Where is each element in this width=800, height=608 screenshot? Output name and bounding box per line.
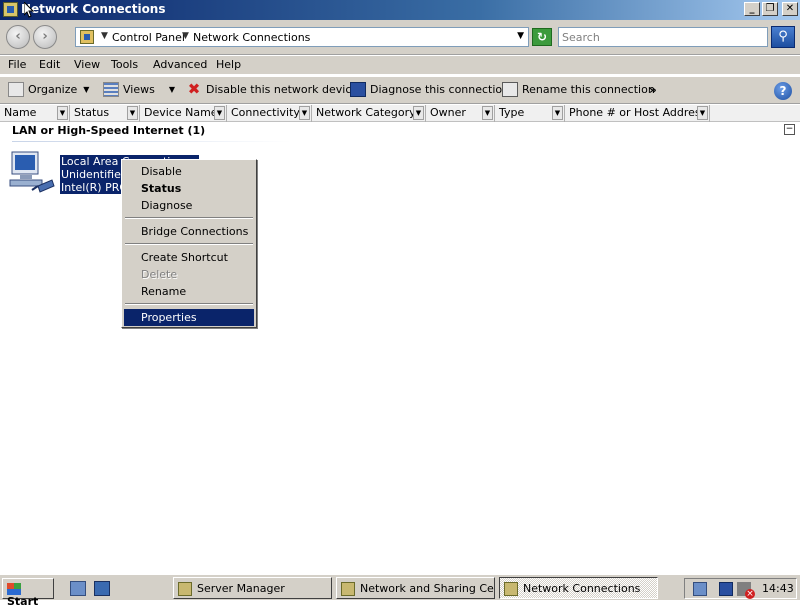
column-owner[interactable]: Owner ▼ [426, 105, 495, 122]
chevron-down-icon: ▼ [83, 85, 90, 94]
column-network-category[interactable]: Network Category ▼ [312, 105, 426, 122]
breadcrumb-network-connections[interactable]: Network Connections [193, 31, 310, 44]
menu-item-diagnose[interactable]: Diagnose [124, 197, 254, 214]
menu-item-rename[interactable]: Rename [124, 283, 254, 300]
disable-icon: ✖ [187, 80, 201, 98]
breadcrumb-control-panel[interactable]: Control Panel [112, 31, 185, 44]
column-name[interactable]: Name ▼ [0, 105, 70, 122]
menu-item-create-shortcut[interactable]: Create Shortcut [124, 249, 254, 266]
column-connectivity[interactable]: Connectivity ▼ [227, 105, 312, 122]
window-controls: _ ❐ ✕ [744, 2, 798, 16]
more-commands-button[interactable]: » [649, 83, 657, 97]
network-sharing-icon [341, 582, 355, 596]
organize-icon [8, 82, 24, 97]
chevron-down-icon[interactable]: ▼ [697, 106, 708, 120]
title-bar[interactable]: Network Connections _ ❐ ✕ [0, 0, 800, 20]
minimize-button[interactable]: _ [744, 2, 760, 16]
group-divider [12, 141, 292, 142]
column-headers: Name ▼ Status ▼ Device Name ▼ Connectivity ▼… [0, 105, 800, 122]
menu-help[interactable]: Help [216, 58, 241, 71]
column-type[interactable]: Type ▼ [495, 105, 565, 122]
maximize-button[interactable]: ❐ [762, 2, 778, 16]
menu-item-properties[interactable]: Properties [124, 309, 254, 326]
menu-edit[interactable]: Edit [39, 58, 60, 71]
menu-bar: File Edit View Tools Advanced Help [0, 56, 800, 74]
menu-tools[interactable]: Tools [111, 58, 138, 71]
collapse-group-icon[interactable]: − [784, 124, 795, 135]
windows-logo-icon [7, 583, 21, 595]
chevron-down-icon[interactable]: ▼ [101, 31, 108, 41]
views-icon [103, 82, 119, 97]
chevron-down-icon: ▼ [168, 85, 175, 94]
column-device-name[interactable]: Device Name ▼ [140, 105, 227, 122]
chevron-down-icon[interactable]: ▼ [214, 106, 225, 120]
network-connections-icon [504, 582, 518, 596]
address-dropdown-icon[interactable]: ▼ [517, 31, 524, 41]
address-field[interactable]: ▼ Control Panel ▼ Network Connections ▼ [75, 27, 529, 47]
column-phone-host[interactable]: Phone # or Host Address ▼ [565, 105, 710, 122]
menu-item-bridge[interactable]: Bridge Connections [124, 223, 254, 240]
chevron-down-icon[interactable]: ▼ [482, 106, 493, 120]
menu-item-disable[interactable]: Disable [124, 163, 254, 180]
taskbar-network-connections[interactable]: Network Connections [499, 577, 658, 599]
start-button[interactable]: Start [2, 578, 54, 608]
network-tray-icon[interactable] [719, 582, 733, 596]
system-tray: 14:43 [684, 578, 797, 599]
search-input[interactable]: Search [558, 27, 768, 47]
diagnose-icon [350, 82, 366, 97]
diagnose-connection-button[interactable]: Diagnose this connection [350, 82, 509, 100]
clock[interactable]: 14:43 [762, 582, 794, 595]
server-manager-icon [178, 582, 192, 596]
close-button[interactable]: ✕ [782, 2, 798, 16]
control-panel-icon [80, 30, 94, 44]
rename-connection-button[interactable]: Rename this connection [502, 82, 655, 100]
show-desktop-icon[interactable] [94, 581, 110, 596]
menu-separator [125, 243, 253, 245]
network-connections-icon[interactable] [3, 2, 18, 17]
chevron-down-icon[interactable]: ▼ [57, 106, 68, 120]
network-adapter-icon [9, 151, 55, 193]
forward-button[interactable]: › [33, 25, 57, 49]
organize-button[interactable]: Organize ▼ [8, 82, 89, 100]
chevron-down-icon[interactable]: ▼ [552, 106, 563, 120]
menu-view[interactable]: View [74, 58, 100, 71]
chevron-down-icon[interactable]: ▼ [182, 31, 189, 41]
menu-separator [125, 217, 253, 219]
mouse-cursor-icon [24, 2, 34, 18]
help-icon[interactable]: ? [774, 82, 792, 100]
menu-separator [125, 303, 253, 305]
address-bar: ‹ › ▼ Control Panel ▼ Network Connection… [0, 20, 800, 55]
command-bar: Organize ▼ Views ▼ ✖ Disable this network d… [0, 76, 800, 104]
taskbar: Start Server Manager Network and Sharing… [0, 574, 800, 608]
taskbar-network-sharing[interactable]: Network and Sharing Ce... [336, 577, 495, 599]
menu-item-delete: Delete [141, 268, 178, 281]
volume-muted-icon[interactable] [737, 582, 755, 599]
menu-file[interactable]: File [8, 58, 26, 71]
back-button[interactable]: ‹ [6, 25, 30, 49]
views-button[interactable]: Views ▼ [103, 82, 175, 100]
window-title: Network Connections [21, 2, 166, 16]
column-status[interactable]: Status ▼ [70, 105, 140, 122]
rename-icon [502, 82, 518, 97]
disable-device-button[interactable]: ✖ Disable this network device [186, 82, 358, 100]
refresh-icon[interactable]: ↻ [532, 28, 552, 46]
chevron-down-icon[interactable]: ▼ [299, 106, 310, 120]
search-icon[interactable]: ⚲ [771, 26, 795, 48]
group-header[interactable]: LAN or High-Speed Internet (1) [12, 124, 205, 137]
taskbar-server-manager[interactable]: Server Manager [173, 577, 332, 599]
menu-advanced[interactable]: Advanced [153, 58, 207, 71]
menu-item-status[interactable]: Status [124, 180, 254, 197]
server-manager-tray-icon[interactable] [693, 582, 707, 596]
context-menu: Disable Status Diagnose Bridge Connectio… [121, 159, 257, 328]
chevron-down-icon[interactable]: ▼ [127, 106, 138, 120]
server-manager-quicklaunch-icon[interactable] [70, 581, 86, 596]
chevron-down-icon[interactable]: ▼ [413, 106, 424, 120]
